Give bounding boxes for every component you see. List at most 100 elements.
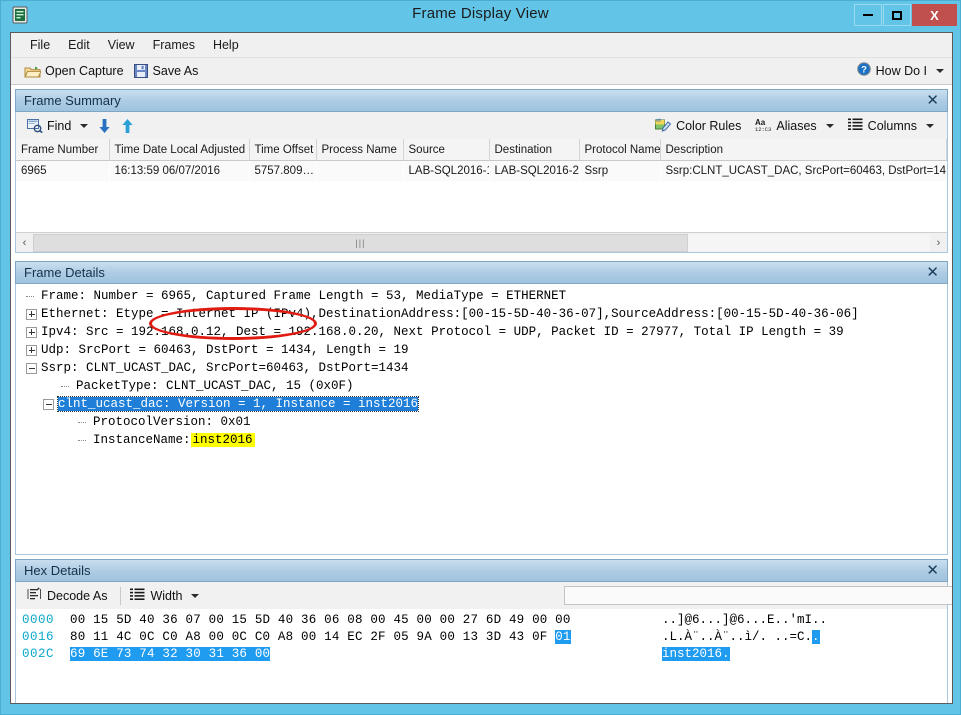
tree-label: Frame: Number = 6965, Captured Frame Len… bbox=[41, 289, 567, 303]
svg-text:Aa: Aa bbox=[755, 118, 766, 127]
hex-offset: 002C bbox=[22, 646, 55, 661]
tree-row-ipv4[interactable]: Ipv4: Src = 192.168.0.12, Dest = 192.168… bbox=[16, 323, 947, 341]
hex-bytes: 69 6E 73 74 32 30 31 36 00 bbox=[70, 646, 662, 661]
hex-details-title: Hex Details bbox=[24, 563, 91, 578]
find-next-button[interactable] bbox=[95, 116, 118, 135]
maximize-button[interactable] bbox=[883, 4, 911, 26]
tree-row-udp[interactable]: Udp: SrcPort = 60463, DstPort = 1434, Le… bbox=[16, 341, 947, 359]
minimize-button[interactable] bbox=[854, 4, 882, 26]
frame-summary-grid[interactable]: Frame Number Time Date Local Adjusted Ti… bbox=[15, 139, 948, 253]
tree-leaf-icon bbox=[78, 435, 89, 446]
chevron-down-icon[interactable] bbox=[936, 68, 944, 73]
scroll-thumb[interactable]: ||| bbox=[33, 233, 688, 252]
col-description[interactable]: Description bbox=[660, 139, 947, 161]
hex-details-close-icon[interactable]: ✕ bbox=[926, 561, 939, 581]
tree-label: Ethernet: Etype = Internet IP (IPv4),Des… bbox=[41, 307, 859, 321]
chevron-down-icon[interactable] bbox=[926, 124, 934, 128]
menu-help[interactable]: Help bbox=[204, 35, 248, 55]
menu-view[interactable]: View bbox=[99, 35, 144, 55]
aliases-button[interactable]: Aa 12:C3 Aliases bbox=[752, 115, 840, 137]
tree-row-protocolversion[interactable]: ProtocolVersion: 0x01 bbox=[16, 413, 947, 431]
frame-details-title: Frame Details bbox=[24, 265, 105, 280]
chevron-down-icon[interactable] bbox=[191, 593, 200, 598]
svg-text:?: ? bbox=[861, 65, 867, 76]
decode-as-icon bbox=[27, 587, 42, 604]
hex-offset: 0016 bbox=[22, 629, 55, 644]
aliases-label: Aliases bbox=[776, 119, 817, 133]
tree-collapse-icon[interactable] bbox=[43, 398, 54, 410]
menu-bar: File Edit View Frames Help bbox=[11, 33, 952, 58]
hex-row[interactable]: 0016 80 11 4C 0C C0 A8 00 0C C0 A8 00 14… bbox=[16, 628, 947, 645]
menu-file[interactable]: File bbox=[21, 35, 59, 55]
col-time-offset[interactable]: Time Offset bbox=[249, 139, 317, 161]
close-button[interactable]: X bbox=[912, 4, 957, 26]
table-row[interactable]: 6965 16:13:59 06/07/2016 5757.809… LAB-S… bbox=[16, 160, 947, 182]
save-as-button[interactable]: Save As bbox=[131, 62, 206, 80]
hex-row[interactable]: 002C 69 6E 73 74 32 30 31 36 00 inst2016… bbox=[16, 645, 947, 662]
tree-row-ethernet[interactable]: Ethernet: Etype = Internet IP (IPv4),Des… bbox=[16, 305, 947, 323]
scroll-right-icon[interactable]: › bbox=[930, 234, 947, 252]
open-capture-button[interactable]: Open Capture bbox=[21, 62, 131, 80]
frame-details-close-icon[interactable]: ✕ bbox=[926, 263, 939, 283]
scroll-left-icon[interactable]: ‹ bbox=[16, 234, 33, 252]
col-time-date-local-adjusted[interactable]: Time Date Local Adjusted bbox=[109, 139, 250, 161]
tree-expand-icon[interactable] bbox=[26, 344, 37, 356]
hex-bytes: 00 15 5D 40 36 07 00 15 5D 40 36 06 08 0… bbox=[70, 612, 571, 627]
tree-label: Ssrp: CLNT_UCAST_DAC, SrcPort=60463, Dst… bbox=[41, 361, 409, 375]
frame-summary-horizontal-scrollbar[interactable]: ‹ ||| › bbox=[16, 232, 947, 252]
hex-bytes-selected: 01 bbox=[555, 629, 571, 644]
menu-edit[interactable]: Edit bbox=[59, 35, 99, 55]
tree-row-frame[interactable]: Frame: Number = 6965, Captured Frame Len… bbox=[16, 287, 947, 305]
tree-label: Ipv4: Src = 192.168.0.12, Dest = 192.168… bbox=[41, 325, 844, 339]
tree-collapse-icon[interactable] bbox=[26, 362, 37, 374]
scroll-track[interactable]: ||| bbox=[33, 233, 930, 252]
tree-row-packettype[interactable]: PacketType: CLNT_UCAST_DAC, 15 (0x0F) bbox=[16, 377, 947, 395]
hex-offset: 0000 bbox=[22, 612, 55, 627]
svg-text:12:C3: 12:C3 bbox=[755, 127, 771, 132]
find-button[interactable]: Find bbox=[24, 117, 95, 135]
columns-button[interactable]: Columns bbox=[845, 116, 941, 136]
how-do-i-button[interactable]: ? How Do I bbox=[856, 62, 944, 79]
tree-label: ProtocolVersion: 0x01 bbox=[93, 415, 251, 429]
find-label: Find bbox=[47, 118, 72, 133]
frame-summary-header: Frame Summary ✕ bbox=[15, 89, 948, 112]
col-process-name[interactable]: Process Name bbox=[316, 139, 404, 161]
tree-row-ssrp[interactable]: Ssrp: CLNT_UCAST_DAC, SrcPort=60463, Dst… bbox=[16, 359, 947, 377]
hex-ascii: inst2016. bbox=[662, 646, 730, 661]
tree-label: clnt_ucast_dac: Version = 1, Instance = … bbox=[56, 396, 420, 412]
frame-summary-close-icon[interactable]: ✕ bbox=[926, 91, 939, 111]
menu-frames[interactable]: Frames bbox=[144, 35, 204, 55]
width-button[interactable]: Width bbox=[127, 586, 206, 606]
col-destination[interactable]: Destination bbox=[489, 139, 580, 161]
arrow-down-icon bbox=[98, 118, 111, 133]
frame-details-tree[interactable]: Frame: Number = 6965, Captured Frame Len… bbox=[15, 284, 948, 555]
chevron-down-icon[interactable] bbox=[825, 124, 834, 128]
tree-leaf-icon bbox=[78, 417, 89, 428]
col-protocol-name[interactable]: Protocol Name bbox=[579, 139, 661, 161]
tree-row-instancename[interactable]: InstanceName: inst2016 bbox=[16, 431, 947, 449]
tree-label: InstanceName: bbox=[93, 433, 191, 447]
hex-row[interactable]: 0000 00 15 5D 40 36 07 00 15 5D 40 36 06… bbox=[16, 611, 947, 628]
chevron-down-icon[interactable] bbox=[80, 123, 89, 128]
hex-details-body[interactable]: 0000 00 15 5D 40 36 07 00 15 5D 40 36 06… bbox=[15, 609, 948, 703]
tree-expand-icon[interactable] bbox=[26, 308, 37, 320]
find-previous-button[interactable] bbox=[118, 116, 141, 135]
color-rules-button[interactable]: ab Color Rules bbox=[652, 115, 748, 137]
tree-expand-icon[interactable] bbox=[26, 326, 37, 338]
tree-label: PacketType: CLNT_UCAST_DAC, 15 (0x0F) bbox=[76, 379, 354, 393]
hex-details-pane: Hex Details ✕ Decode As Width 0000 00 15… bbox=[15, 559, 952, 703]
cell-process-name bbox=[316, 161, 403, 182]
open-folder-icon bbox=[24, 65, 42, 78]
decode-as-label: Decode As bbox=[47, 588, 108, 603]
cell-description: Ssrp:CLNT_UCAST_DAC, SrcPort=60463, DstP… bbox=[665, 165, 947, 177]
col-frame-number[interactable]: Frame Number bbox=[16, 139, 110, 161]
instance-name-highlight: inst2016 bbox=[190, 433, 255, 447]
cell-source: LAB-SQL2016-1 bbox=[408, 165, 489, 177]
frame-details-pane: Frame Details ✕ Frame: Number = 6965, Ca… bbox=[15, 261, 948, 556]
decode-as-button[interactable]: Decode As bbox=[24, 585, 114, 606]
cell-time-offset: 5757.809… bbox=[254, 165, 314, 177]
hex-search-input[interactable] bbox=[564, 586, 952, 605]
tree-leaf-icon bbox=[26, 291, 37, 302]
col-source[interactable]: Source bbox=[403, 139, 490, 161]
tree-row-clnt-ucast-dac[interactable]: clnt_ucast_dac: Version = 1, Instance = … bbox=[16, 395, 947, 413]
